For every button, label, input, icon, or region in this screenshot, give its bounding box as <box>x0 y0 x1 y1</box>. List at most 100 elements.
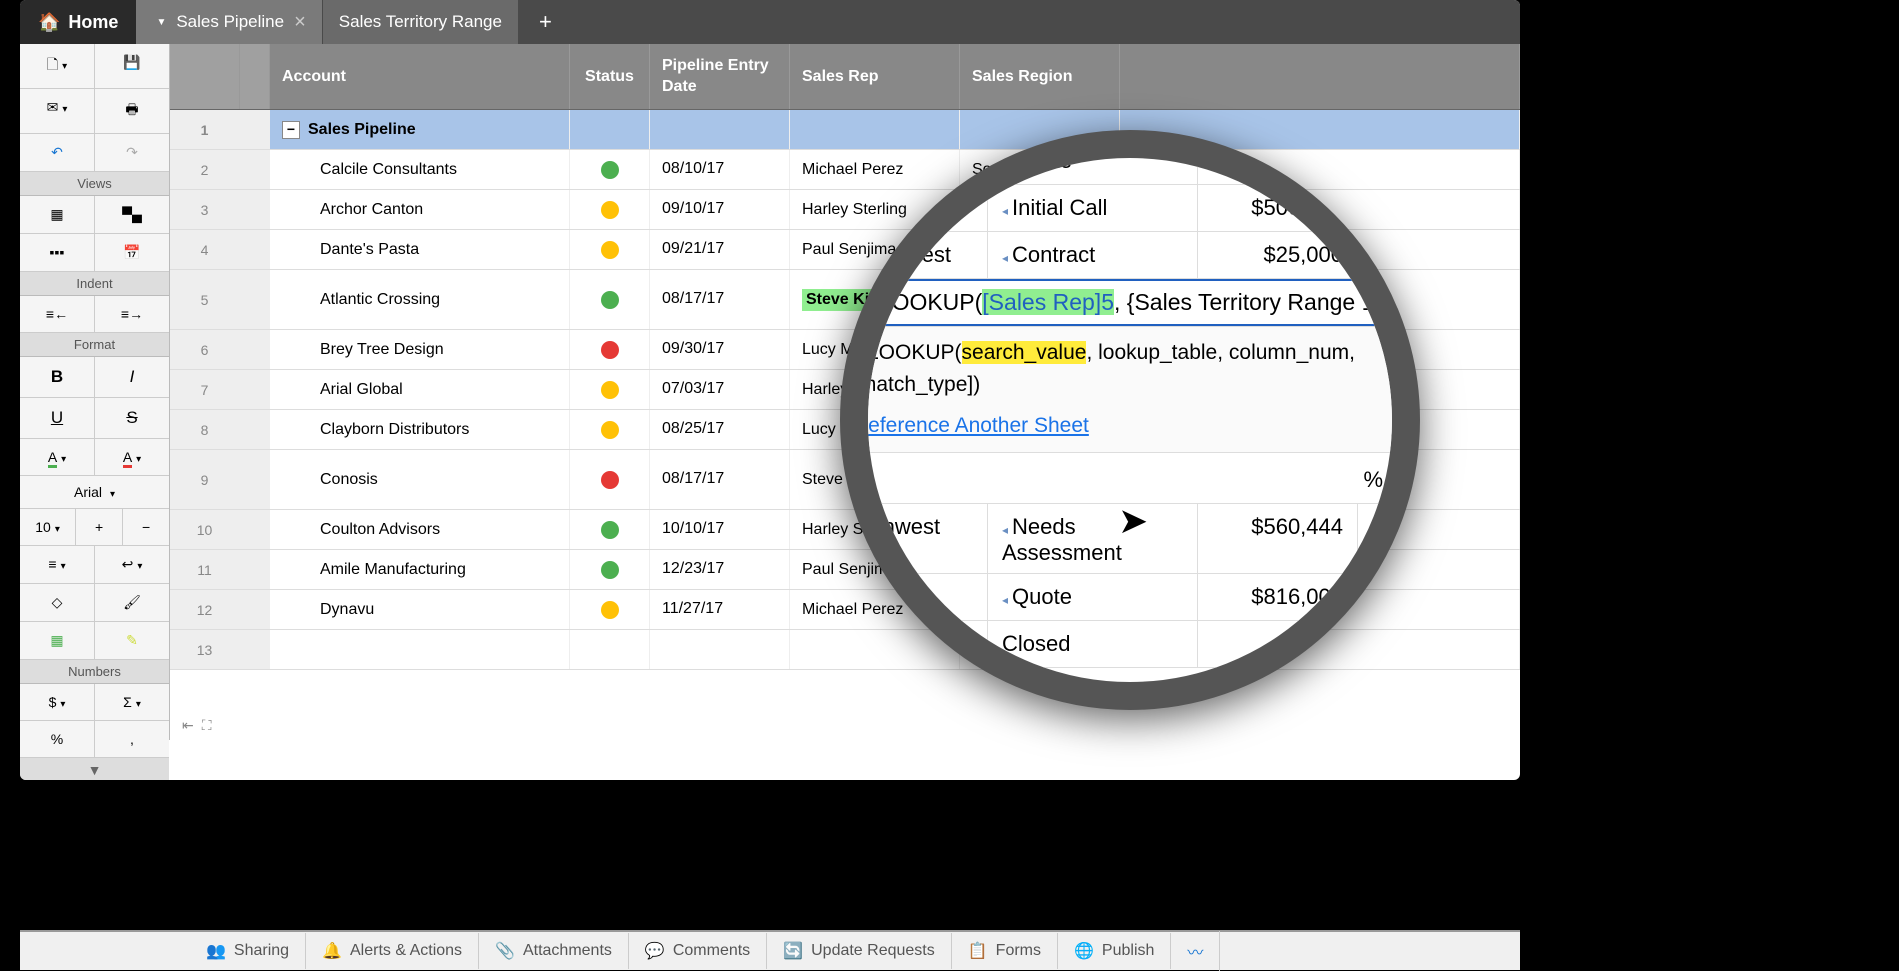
row-number[interactable]: 5 <box>170 270 240 329</box>
cell-account[interactable]: Conosis <box>270 450 570 509</box>
formula-input[interactable]: =VLOOKUP([Sales Rep]5, {Sales Territory … <box>840 279 1420 326</box>
cell-date[interactable]: 09/30/17 <box>650 330 790 369</box>
cell-status[interactable] <box>570 510 650 549</box>
cell-status[interactable] <box>570 270 650 329</box>
row-number[interactable]: 1 <box>170 110 240 149</box>
scroll-start-icon[interactable]: ⇤ <box>182 717 194 734</box>
clear-format-button[interactable]: ◇ <box>20 584 95 621</box>
updates-button[interactable]: 🔄Update Requests <box>767 933 952 969</box>
cell-status[interactable] <box>570 410 650 449</box>
cell-date[interactable]: 08/25/17 <box>650 410 790 449</box>
cell-date[interactable]: 12/23/17 <box>650 550 790 589</box>
row-number[interactable]: 2 <box>170 150 240 189</box>
row-number[interactable]: 6 <box>170 330 240 369</box>
row-number[interactable]: 7 <box>170 370 240 409</box>
bold-button[interactable]: B <box>20 357 95 397</box>
column-header-rep[interactable]: Sales Rep <box>790 44 960 109</box>
cell-date[interactable]: 08/17/17 <box>650 450 790 509</box>
redo-button[interactable]: ↷ <box>95 134 169 171</box>
column-header-account[interactable]: Account <box>270 44 570 109</box>
card-view-button[interactable]: ▪▪▪ <box>20 234 95 271</box>
forms-button[interactable]: 📋Forms <box>952 933 1058 969</box>
row-number[interactable]: 9 <box>170 450 240 509</box>
sharing-button[interactable]: 👥Sharing <box>190 933 306 969</box>
column-header-rest[interactable] <box>1120 44 1520 109</box>
font-size-decrease[interactable]: − <box>123 509 169 545</box>
cell-status[interactable] <box>570 590 650 629</box>
cell-account[interactable]: Arial Global <box>270 370 570 409</box>
close-icon[interactable]: × <box>294 11 306 34</box>
cell-date[interactable]: 10/10/17 <box>650 510 790 549</box>
mail-button[interactable]: ✉▾ <box>20 89 95 133</box>
file-button[interactable]: 🗋▾ <box>20 44 95 88</box>
activity-button[interactable]: 〰 <box>1171 931 1220 971</box>
cell-date[interactable]: 07/03/17 <box>650 370 790 409</box>
cell-account[interactable]: Amile Manufacturing <box>270 550 570 589</box>
publish-button[interactable]: 🌐Publish <box>1058 933 1171 969</box>
font-family-select[interactable]: Arial ▾ <box>20 476 169 508</box>
cell-status[interactable] <box>570 110 650 149</box>
toolbar-expand-button[interactable]: ▼ <box>20 758 169 780</box>
cell-status[interactable] <box>570 230 650 269</box>
cell-status[interactable] <box>570 150 650 189</box>
cell-account[interactable]: −Sales Pipeline <box>270 110 570 149</box>
thousand-separator-button[interactable]: , <box>95 721 169 757</box>
fullscreen-icon[interactable]: ⛶ <box>202 717 212 734</box>
align-button[interactable]: ≡▾ <box>20 546 95 583</box>
comments-button[interactable]: 💬Comments <box>629 933 767 969</box>
cell-date[interactable]: 11/27/17 <box>650 590 790 629</box>
cell-status[interactable] <box>570 330 650 369</box>
row-number[interactable]: 12 <box>170 590 240 629</box>
column-header-region[interactable]: Sales Region <box>960 44 1120 109</box>
cell-status[interactable] <box>570 630 650 669</box>
underline-button[interactable]: U <box>20 398 95 438</box>
font-size-increase[interactable]: + <box>76 509 123 545</box>
calendar-view-button[interactable]: 📅 <box>95 234 169 271</box>
cell-account[interactable]: Clayborn Distributors <box>270 410 570 449</box>
tab-sales-pipeline[interactable]: ▼ Sales Pipeline × <box>136 0 322 44</box>
cell-status[interactable] <box>570 450 650 509</box>
cell-account[interactable]: Archor Canton <box>270 190 570 229</box>
table-row[interactable]: 1 −Sales Pipeline <box>170 110 1520 150</box>
indent-button[interactable]: ≡→ <box>95 296 169 332</box>
strikethrough-button[interactable]: S <box>95 398 169 438</box>
collapse-icon[interactable]: − <box>282 121 300 139</box>
row-number[interactable]: 13 <box>170 630 240 669</box>
cell-date[interactable]: 09/21/17 <box>650 230 790 269</box>
cell-account[interactable]: Coulton Advisors <box>270 510 570 549</box>
home-button[interactable]: 🏠 Home <box>20 0 136 44</box>
cell-date[interactable]: 09/10/17 <box>650 190 790 229</box>
cell-account[interactable]: Atlantic Crossing <box>270 270 570 329</box>
undo-button[interactable]: ↶ <box>20 134 95 171</box>
gantt-view-button[interactable]: ▀▄ <box>95 196 169 233</box>
sum-button[interactable]: Σ▾ <box>95 684 169 720</box>
save-button[interactable]: 💾 <box>95 44 169 88</box>
row-number[interactable]: 11 <box>170 550 240 589</box>
alerts-button[interactable]: 🔔Alerts & Actions <box>306 933 479 969</box>
tab-sales-territory-range[interactable]: Sales Territory Range <box>323 0 519 44</box>
font-size-select[interactable]: 10▾ <box>20 509 76 545</box>
text-color-button[interactable]: A▾ <box>95 439 169 475</box>
percent-button[interactable]: % <box>20 721 95 757</box>
cell-account[interactable]: Calcile Consultants <box>270 150 570 189</box>
format-painter-button[interactable]: 🖌 <box>95 584 169 621</box>
cell-account[interactable] <box>270 630 570 669</box>
highlight-button[interactable]: ✎ <box>95 622 169 659</box>
fill-color-button[interactable]: A▾ <box>20 439 95 475</box>
row-number[interactable]: 8 <box>170 410 240 449</box>
cell-date[interactable] <box>650 630 790 669</box>
new-tab-button[interactable]: + <box>525 1 566 43</box>
cell-account[interactable]: Brey Tree Design <box>270 330 570 369</box>
cell-rep[interactable] <box>790 110 960 149</box>
column-header-date[interactable]: Pipeline Entry Date <box>650 44 790 109</box>
currency-button[interactable]: $▾ <box>20 684 95 720</box>
cell-account[interactable]: Dante's Pasta <box>270 230 570 269</box>
cell-date[interactable] <box>650 110 790 149</box>
cell-status[interactable] <box>570 190 650 229</box>
column-header-status[interactable]: Status <box>570 44 650 109</box>
italic-button[interactable]: I <box>95 357 169 397</box>
outdent-button[interactable]: ≡← <box>20 296 95 332</box>
row-number[interactable]: 10 <box>170 510 240 549</box>
reference-another-sheet-link[interactable]: Reference Another Sheet <box>853 414 1089 437</box>
cell-date[interactable]: 08/17/17 <box>650 270 790 329</box>
